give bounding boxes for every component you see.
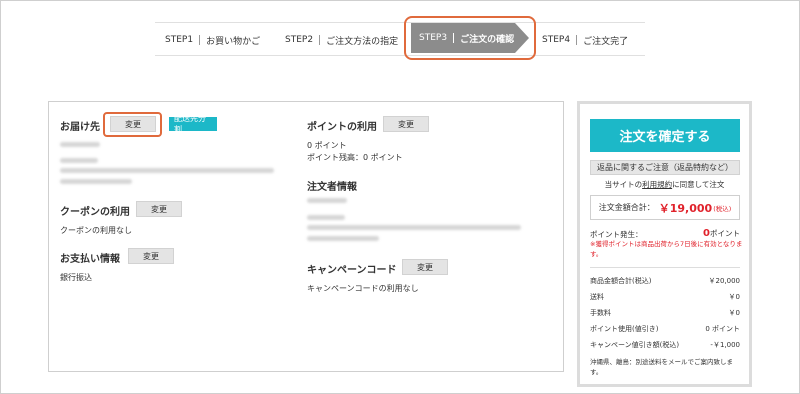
- delivery-name-redacted: [60, 142, 100, 147]
- step-1-number: STEP1: [165, 35, 201, 45]
- step-4: STEP4 ご注文完了: [542, 23, 628, 57]
- summary-row-value: ￥0: [728, 293, 740, 301]
- terms-link[interactable]: 利用規約: [642, 180, 672, 189]
- summary-row: 送料 ￥0: [590, 292, 740, 302]
- orderer-phone-redacted: [307, 236, 379, 241]
- summary-row: ポイント使用(値引き) 0 ポイント: [590, 324, 740, 334]
- delivery-title: お届け先: [60, 122, 100, 133]
- payment-change-button[interactable]: 変更: [128, 248, 174, 264]
- summary-row: 商品金額合計(税込) ￥20,000: [590, 276, 740, 286]
- step-2: STEP2 ご注文方法の指定: [285, 23, 398, 57]
- step-3-number: STEP3: [419, 33, 455, 43]
- points-balance: ポイント残高：0 ポイント: [307, 153, 403, 162]
- return-policy-button[interactable]: 返品に関するご注意（返品特約など）: [590, 160, 740, 175]
- summary-row-value: -￥1,000: [710, 341, 740, 349]
- points-change-button[interactable]: 変更: [383, 116, 429, 132]
- step-4-label: ご注文完了: [583, 36, 629, 47]
- step-1-label: お買い物かご: [206, 36, 261, 47]
- order-summary-panel: 注文を確定する 返品に関するご注意（返品特約など） 当サイトの利用規約に同意して…: [577, 101, 752, 387]
- step-2-number: STEP2: [285, 35, 321, 45]
- terms-prefix: 当サイトの: [604, 180, 643, 189]
- points-title: ポイントの利用: [307, 122, 377, 133]
- coupon-change-button[interactable]: 変更: [136, 201, 182, 217]
- summary-row-value: ￥0: [728, 309, 740, 317]
- payment-value: 銀行振込: [60, 273, 92, 282]
- delivery-phone-redacted: [60, 179, 132, 184]
- orderer-title: 注文者情報: [307, 182, 357, 193]
- summary-row-label: キャンペーン値引き額(税込): [590, 341, 680, 349]
- step-3-highlight: STEP3 ご注文の確認: [404, 16, 536, 60]
- split-delivery-button[interactable]: 配送先分割: [169, 114, 217, 134]
- delivery-address-redacted: [60, 168, 274, 173]
- points-earned-value: 0: [703, 228, 710, 239]
- summary-row: 手数料 ￥0: [590, 308, 740, 318]
- step-indicator: STEP1 お買い物かご STEP2 ご注文方法の指定 STEP4 ご注文完了: [155, 22, 645, 56]
- summary-divider: [590, 267, 740, 268]
- points-used: 0 ポイント: [307, 141, 347, 150]
- orderer-name-redacted: [307, 198, 347, 203]
- summary-row-label: 送料: [590, 293, 604, 301]
- orderer-postcode-redacted: [307, 215, 345, 220]
- coupon-title: クーポンの利用: [60, 207, 130, 218]
- total-label: 注文金額合計：: [598, 203, 655, 212]
- step-3-active: STEP3 ご注文の確認: [411, 23, 515, 53]
- terms-agreement: 当サイトの利用規約に同意して注文: [580, 179, 749, 190]
- step-3-label: ご注文の確認: [460, 34, 515, 45]
- summary-row-value: ￥20,000: [708, 277, 741, 285]
- summary-row-label: 手数料: [590, 309, 611, 317]
- total-value: ￥19,000: [658, 201, 713, 215]
- summary-row: キャンペーン値引き額(税込) -￥1,000: [590, 340, 740, 350]
- campaign-value: キャンペーンコードの利用なし: [307, 284, 419, 293]
- summary-row-label: 商品金額合計(税込): [590, 277, 652, 285]
- step-4-number: STEP4: [542, 35, 578, 45]
- delivery-change-button[interactable]: 変更: [110, 116, 156, 132]
- payment-title: お支払い情報: [60, 254, 120, 265]
- confirm-order-button[interactable]: 注文を確定する: [590, 119, 740, 152]
- points-earned-unit: ポイント: [710, 229, 740, 238]
- step-1: STEP1 お買い物かご: [165, 23, 260, 57]
- order-total: 注文金額合計： ￥19,000 (税込): [590, 195, 740, 220]
- shipping-note: 沖縄県、離島：別途送料をメールでご案内致します。: [590, 358, 733, 376]
- delivery-postcode-redacted: [60, 158, 98, 163]
- points-earned-value-wrap: 0ポイント: [703, 228, 740, 239]
- campaign-title: キャンペーンコード: [307, 265, 397, 276]
- order-details-panel: お届け先 変更 配送先分割 クーポンの利用 変更 クーポンの利用なし お支払い情…: [48, 101, 564, 372]
- summary-row-label: ポイント使用(値引き): [590, 325, 659, 333]
- orderer-address-redacted: [307, 225, 521, 230]
- summary-row-value: 0 ポイント: [705, 325, 740, 333]
- step-2-label: ご注文方法の指定: [326, 36, 399, 47]
- step-arrow-icon: [515, 23, 529, 53]
- points-note: ※獲得ポイントは商品出荷から7日後に有効となります。: [590, 240, 743, 258]
- points-earned-label: ポイント発生：: [590, 230, 643, 239]
- campaign-change-button[interactable]: 変更: [402, 259, 448, 275]
- coupon-value: クーポンの利用なし: [60, 226, 132, 235]
- terms-suffix: に同意して注文: [672, 180, 725, 189]
- total-tax: (税込): [713, 204, 732, 213]
